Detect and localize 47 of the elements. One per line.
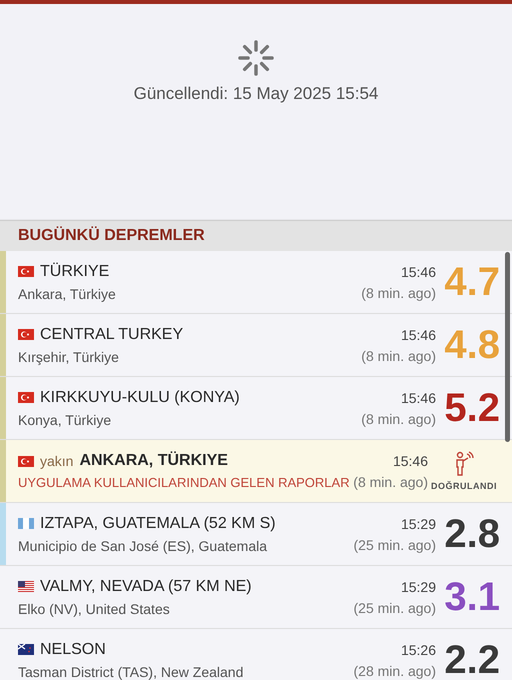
quake-title: CENTRAL TURKEY — [40, 326, 184, 344]
magnitude: 2.8 — [443, 512, 500, 556]
quake-title: KIRKKUYU-KULU (KONYA) — [40, 388, 240, 406]
quake-title: ANKARA, TÜRKIYE — [79, 452, 228, 470]
updated-text: Güncellendi: 15 May 2025 15:54 — [134, 84, 378, 104]
time-ago: (8 min. ago) — [361, 284, 436, 300]
quake-location: Kırşehir, Türkiye — [18, 348, 120, 364]
magnitude: 2.2 — [443, 638, 500, 680]
quake-title: NELSON — [40, 640, 106, 658]
magnitude: 5.2 — [443, 386, 500, 430]
time-ago: (8 min. ago) — [361, 410, 436, 426]
quake-location: Municipio de San José (ES), Guatemala — [18, 538, 268, 554]
time-ago: (25 min. ago) — [354, 536, 436, 552]
flag-icon — [18, 329, 34, 340]
verified-label: DOĞRULANDI — [431, 481, 497, 491]
magnitude: 4.8 — [443, 322, 500, 368]
flag-icon — [18, 581, 34, 592]
section-title: BUGÜNKÜ DEPREMLER — [18, 227, 205, 245]
quake-title: TÜRKIYE — [40, 262, 110, 280]
flag-icon — [18, 456, 34, 466]
quake-location: Konya, Türkiye — [18, 412, 112, 428]
quake-time: 15:29 — [400, 578, 436, 594]
quake-location: Ankara, Türkiye — [18, 286, 117, 302]
time-ago: (25 min. ago) — [354, 600, 436, 616]
time-ago: (8 min. ago) — [353, 474, 428, 490]
flag-icon — [18, 518, 34, 529]
quake-time: 15:46 — [400, 264, 436, 280]
quake-time: 15:26 — [400, 642, 436, 658]
quake-location: Tasman District (TAS), New Zealand — [18, 664, 244, 680]
quake-title: IZTAPA, GUATEMALA (52 KM S) — [40, 514, 276, 532]
time-ago: (8 min. ago) — [361, 348, 436, 364]
quake-location: Elko (NV), United States — [18, 600, 171, 616]
quake-time: 15:46 — [400, 390, 436, 406]
quake-time: 15:46 — [400, 326, 436, 342]
time-ago: (28 min. ago) — [354, 662, 436, 678]
flag-icon — [18, 392, 34, 403]
flag-icon — [18, 266, 34, 277]
quake-title: VALMY, NEVADA (57 KM NE) — [40, 578, 252, 596]
magnitude: 3.1 — [443, 574, 500, 620]
report-row[interactable]: yakın ANKARA, TÜRKIYE UYGULAMA KULLANICILARINDAN GELEN RAPORLAR 15:46 (8 min. ago) DOĞRULANDI — [0, 440, 512, 503]
quake-time: 15:29 — [400, 516, 436, 532]
prefix-text: yakın — [40, 453, 74, 469]
magnitude: 4.7 — [443, 260, 500, 304]
quake-time: 15:46 — [392, 452, 428, 468]
quake-location: UYGULAMA KULLANICILARINDAN GELEN RAPORLAR — [18, 475, 351, 490]
flag-icon — [18, 644, 34, 655]
spinner-icon — [236, 38, 276, 78]
